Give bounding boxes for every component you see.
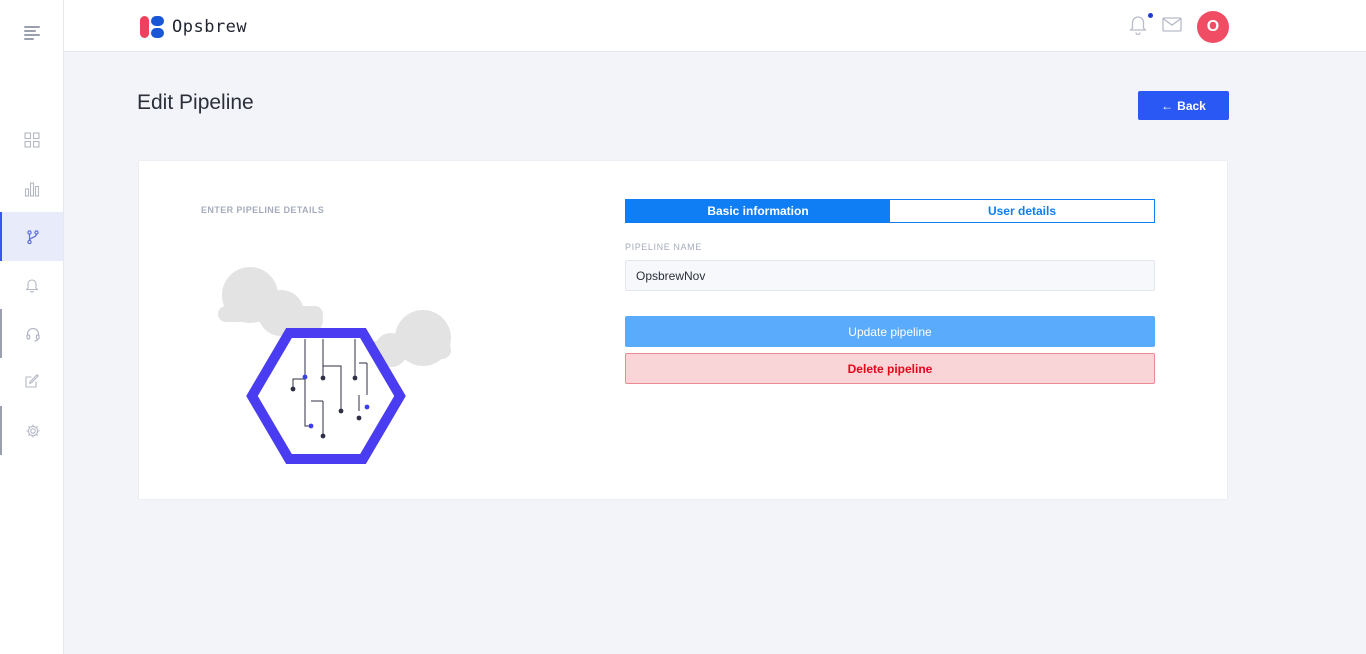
bar-chart-icon bbox=[24, 182, 39, 197]
back-button[interactable]: ← Back bbox=[1138, 91, 1229, 120]
sidebar-item-alerts[interactable] bbox=[0, 261, 63, 309]
pipeline-name-label: PIPELINE NAME bbox=[625, 242, 702, 252]
logo[interactable]: Opsbrew bbox=[138, 15, 247, 39]
headset-icon bbox=[25, 327, 40, 342]
tab-user-details[interactable]: User details bbox=[890, 200, 1154, 222]
notification-dot bbox=[1148, 13, 1153, 18]
arrow-left-icon: ← bbox=[1161, 98, 1174, 113]
delete-pipeline-button[interactable]: Delete pipeline bbox=[625, 353, 1155, 384]
back-button-label: Back bbox=[1177, 98, 1206, 113]
dashboard-grid-icon bbox=[23, 132, 40, 148]
avatar[interactable]: O bbox=[1197, 11, 1229, 43]
page-title: Edit Pipeline bbox=[137, 91, 254, 114]
mail-icon[interactable] bbox=[1162, 16, 1182, 33]
logo-mark-icon bbox=[138, 15, 166, 39]
sidebar-item-support[interactable] bbox=[0, 309, 63, 358]
sidebar bbox=[0, 0, 64, 654]
logo-text: Opsbrew bbox=[172, 17, 248, 37]
edit-icon bbox=[24, 374, 39, 388]
notification-bell-icon[interactable] bbox=[1128, 13, 1148, 35]
pipeline-form-card: ENTER PIPELINE DETAILS Basic information… bbox=[138, 160, 1228, 500]
tab-basic-information[interactable]: Basic information bbox=[626, 200, 890, 222]
pipeline-illustration bbox=[218, 267, 451, 464]
settings-icon bbox=[26, 424, 39, 437]
bell-icon bbox=[25, 279, 38, 293]
git-branch-icon bbox=[26, 229, 39, 244]
sidebar-item-dashboard[interactable] bbox=[0, 116, 63, 164]
pipeline-name-input[interactable] bbox=[625, 260, 1155, 291]
sidebar-item-settings[interactable] bbox=[0, 406, 63, 455]
sidebar-item-edit[interactable] bbox=[0, 357, 63, 405]
update-pipeline-button[interactable]: Update pipeline bbox=[625, 316, 1155, 347]
hamburger-icon[interactable] bbox=[24, 26, 40, 40]
form-tabs: Basic information User details bbox=[625, 199, 1155, 223]
top-bar: Opsbrew O bbox=[64, 0, 1366, 52]
section-label: ENTER PIPELINE DETAILS bbox=[201, 205, 325, 215]
sidebar-item-analytics[interactable] bbox=[0, 165, 63, 213]
sidebar-item-pipelines[interactable] bbox=[0, 212, 63, 261]
